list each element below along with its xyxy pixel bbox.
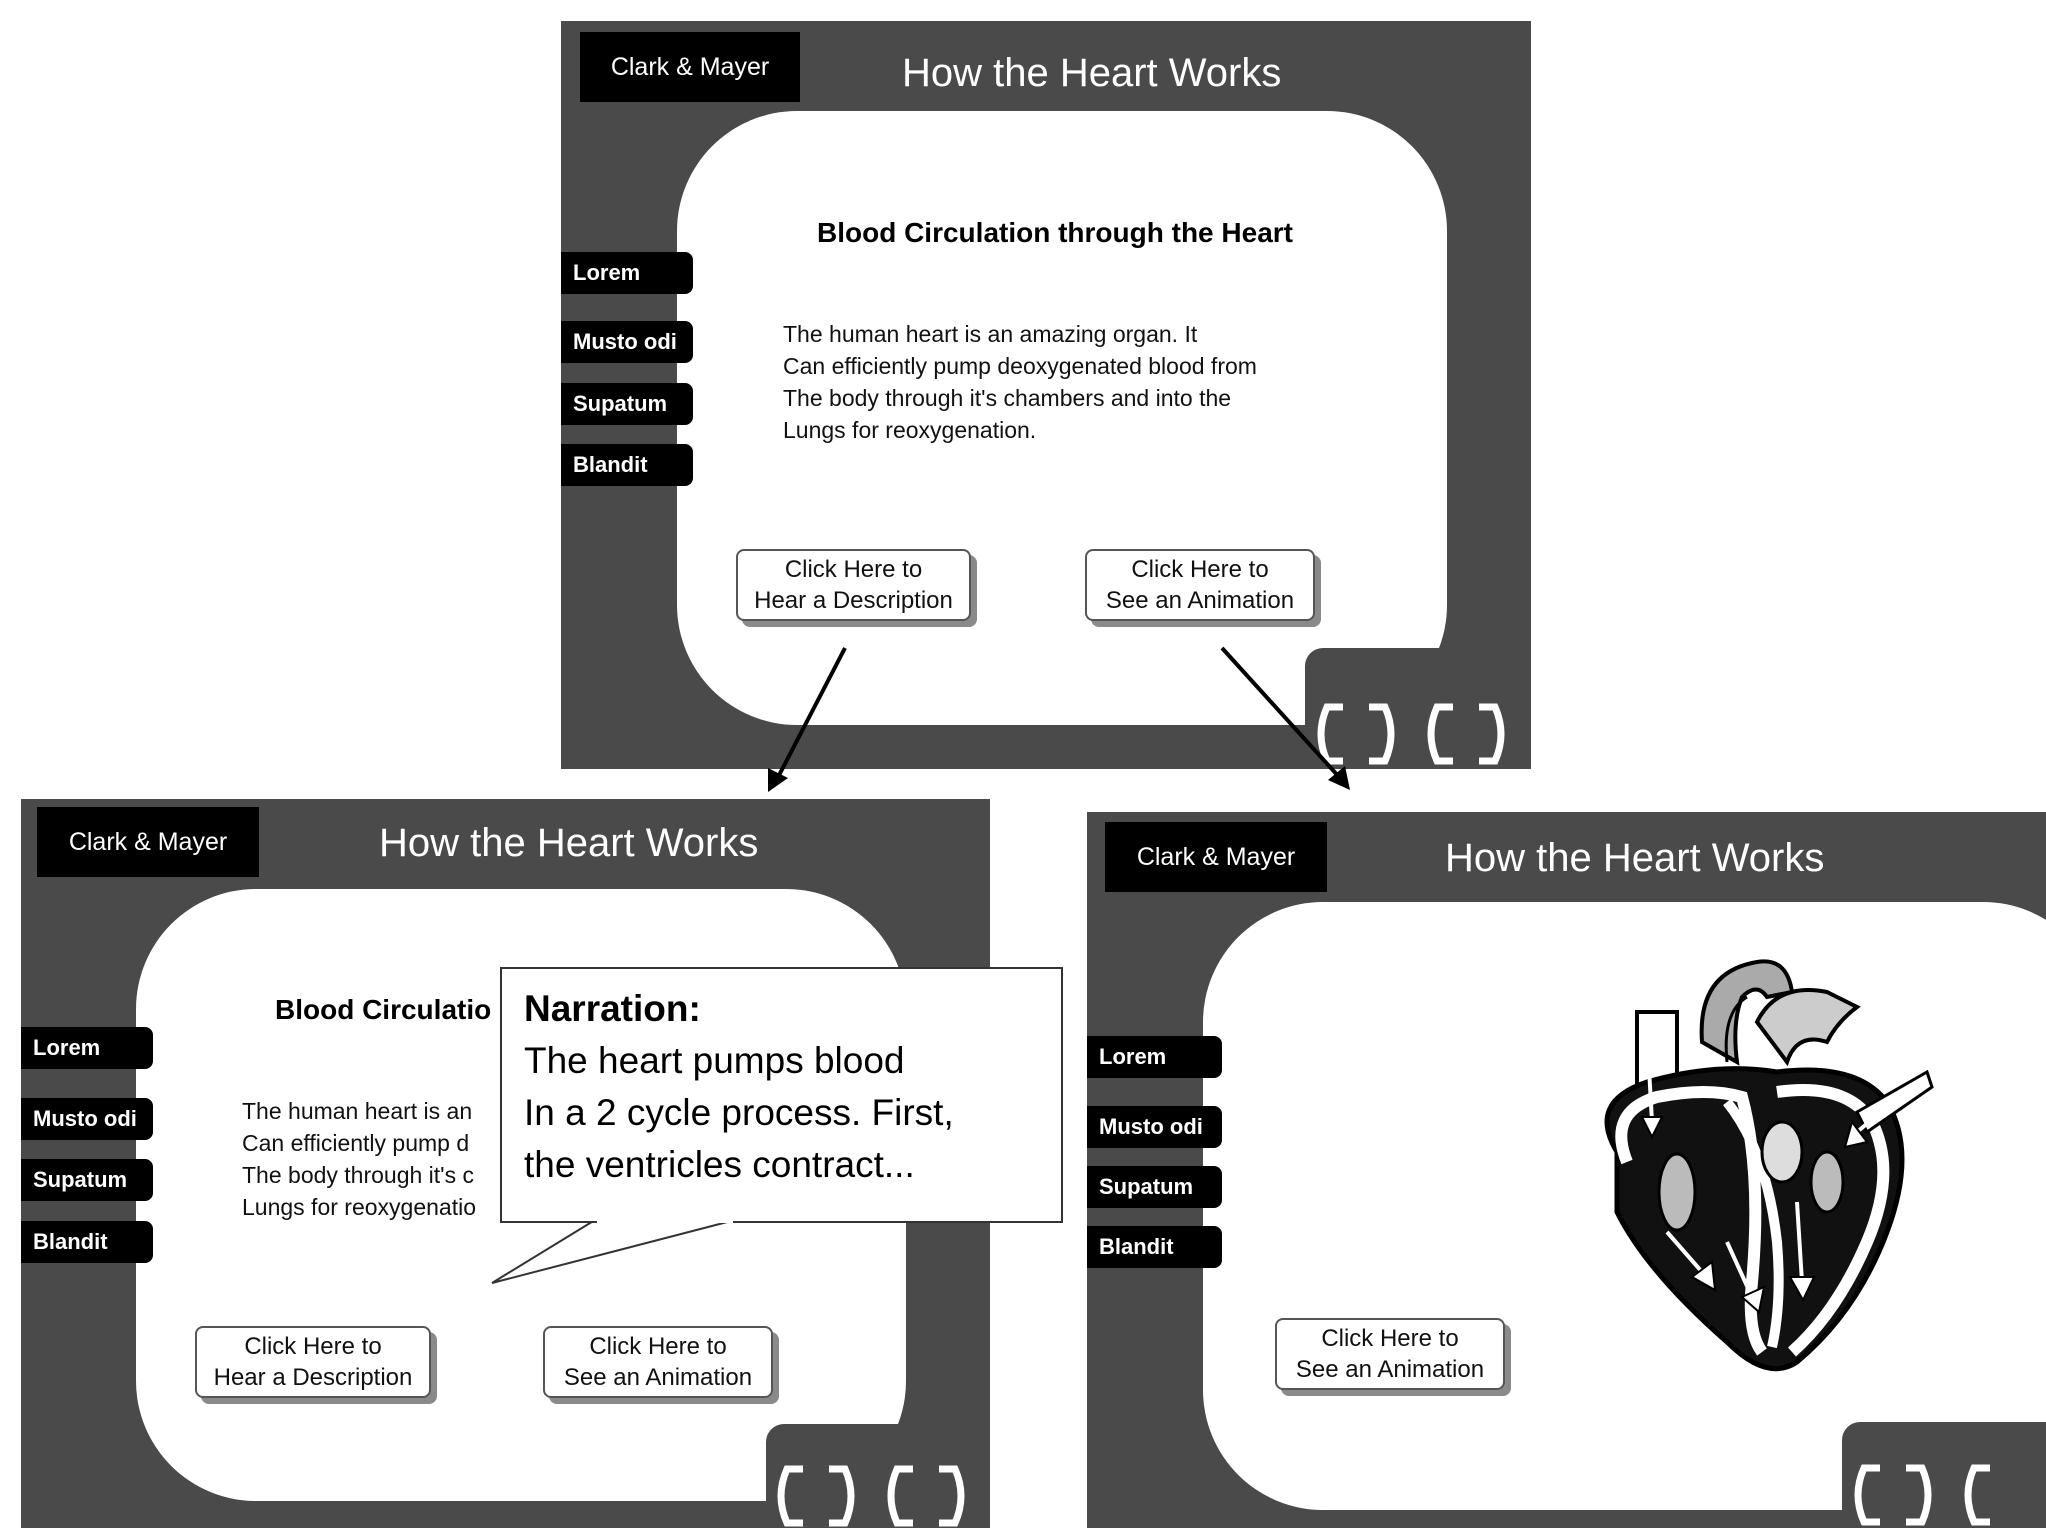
nav-item-supatum[interactable]: Supatum [561,383,693,425]
brand-label: Clark & Mayer [580,32,800,102]
section-heading: Blood Circulatio [275,994,492,1025]
description-text: The human heart is an Can efficiently pu… [242,1095,476,1223]
narration-line: In a 2 cycle process. First, [524,1092,954,1133]
nav-item-blandit[interactable]: Blandit [21,1221,153,1263]
nav-item-lorem[interactable]: Lorem [1087,1036,1222,1078]
page-title: How the Heart Works [379,821,759,865]
page-title: How the Heart Works [1445,836,1825,880]
brand-label: Clark & Mayer [37,807,259,877]
see-animation-button[interactable]: Click Here to See an Animation [1085,549,1315,621]
hear-description-button[interactable]: Click Here to Hear a Description [736,549,971,621]
narration-line: the ventricles contract... [524,1144,915,1185]
body-line: The human heart is an amazing organ. It [783,321,1198,347]
body-line: Lungs for reoxygenation. [783,417,1037,443]
heart-illustration [1604,959,1934,1372]
prev-nav-icon[interactable] [773,1463,863,1528]
body-line: Lungs for reoxygenatio [242,1194,476,1220]
body-line: The body through it's c [242,1162,474,1188]
button-line: See an Animation [1295,1356,1485,1383]
next-nav-icon[interactable] [1960,1462,2046,1528]
narration-line: The heart pumps blood [524,1040,905,1081]
prev-nav-icon[interactable] [1313,701,1403,767]
narration-label: Narration: [524,988,701,1029]
button-line: Click Here to [589,1333,727,1360]
body-line: Can efficiently pump deoxygenated blood … [783,353,1257,379]
nav-item-blandit[interactable]: Blandit [561,444,693,486]
nav-item-lorem[interactable]: Lorem [21,1027,153,1069]
hear-description-button[interactable]: Click Here to Hear a Description [195,1326,431,1398]
section-heading: Blood Circulation through the Heart [817,217,1293,248]
nav-item-musto-odi[interactable]: Musto odi [1087,1106,1222,1148]
arrow-to-narration-head [768,768,788,792]
description-text: The human heart is an amazing organ. It … [783,318,1257,446]
prev-nav-icon[interactable] [1850,1462,1940,1528]
see-animation-button[interactable]: Click Here to See an Animation [1275,1318,1505,1390]
next-nav-icon[interactable] [883,1463,973,1528]
next-nav-icon[interactable] [1423,701,1513,767]
page-title: How the Heart Works [902,51,1282,95]
button-line: Click Here to [1131,556,1269,583]
button-line: See an Animation [1105,587,1295,614]
screen-animation: Clark & Mayer How the Heart Works Lorem … [1087,812,2046,1528]
body-line: The body through it's chambers and into … [783,385,1232,411]
narration-bubble: Narration: The heart pumps blood In a 2 … [500,967,1063,1223]
nav-item-lorem[interactable]: Lorem [561,252,693,294]
button-line: Hear a Description [213,1364,413,1391]
button-line: Click Here to [244,1333,382,1360]
button-line: Click Here to [1321,1325,1459,1352]
button-line: Hear a Description [754,587,953,614]
see-animation-button[interactable]: Click Here to See an Animation [543,1326,773,1398]
screen-top: Clark & Mayer How the Heart Works Lorem … [561,21,1531,769]
nav-item-musto-odi[interactable]: Musto odi [561,321,693,363]
body-line: The human heart is an [242,1098,473,1124]
nav-item-supatum[interactable]: Supatum [1087,1166,1222,1208]
brand-label: Clark & Mayer [1105,822,1327,892]
button-line: See an Animation [563,1364,753,1391]
button-line: Click Here to [784,556,923,583]
nav-item-supatum[interactable]: Supatum [21,1159,153,1201]
nav-item-blandit[interactable]: Blandit [1087,1226,1222,1268]
arrow-to-animation-head [1328,766,1350,790]
body-line: Can efficiently pump d [242,1130,470,1156]
nav-item-musto-odi[interactable]: Musto odi [21,1098,153,1140]
